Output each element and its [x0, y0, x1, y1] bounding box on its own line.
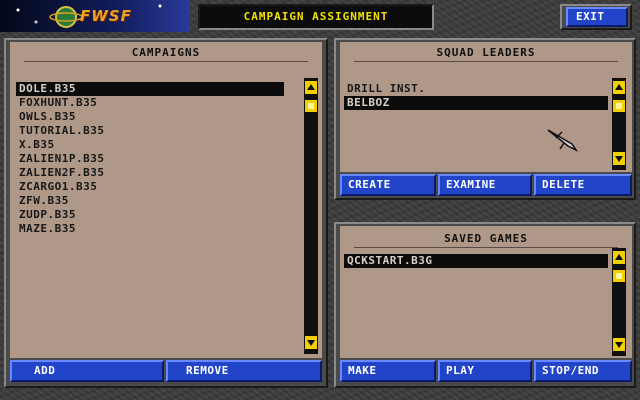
scroll-up-icon[interactable] — [613, 251, 625, 264]
saved-scrollbar[interactable] — [612, 248, 626, 356]
scroll-up-icon[interactable] — [305, 81, 317, 94]
add-button[interactable]: ADD — [10, 360, 164, 382]
exit-button[interactable]: EXIT — [566, 7, 628, 27]
scroll-down-icon[interactable] — [305, 336, 317, 349]
scroll-down-icon[interactable] — [613, 152, 625, 165]
list-item[interactable]: MAZE.B35 — [16, 222, 284, 236]
list-item[interactable]: FOXHUNT.B35 — [16, 96, 284, 110]
list-item[interactable]: ZUDP.B35 — [16, 208, 284, 222]
scroll-down-icon[interactable] — [613, 338, 625, 351]
squad-title: SQUAD LEADERS — [436, 46, 536, 59]
page-title: CAMPAIGN ASSIGNMENT — [243, 10, 389, 23]
list-item[interactable]: ZCARGO1.B35 — [16, 180, 284, 194]
squad-list[interactable]: DRILL INST. BELBOZ — [344, 82, 608, 110]
list-item[interactable]: OWLS.B35 — [16, 110, 284, 124]
logo-banner: FWSF — [0, 0, 190, 32]
saved-divider — [354, 247, 618, 248]
scroll-thumb[interactable] — [613, 270, 625, 282]
list-item[interactable]: DRILL INST. — [344, 82, 608, 96]
campaigns-panel: CAMPAIGNS DOLE.B35 FOXHUNT.B35 OWLS.B35 TUT… — [10, 42, 322, 358]
saved-panel: SAVED GAMES QCKSTART.B3G — [340, 226, 632, 358]
list-item[interactable]: TUTORIAL.B35 — [16, 124, 284, 138]
saved-title: SAVED GAMES — [444, 232, 528, 245]
list-item[interactable]: ZFW.B35 — [16, 194, 284, 208]
saved-list[interactable]: QCKSTART.B3G — [344, 254, 608, 268]
scroll-thumb[interactable] — [613, 100, 625, 112]
list-item[interactable]: X.B35 — [16, 138, 284, 152]
squad-scrollbar[interactable] — [612, 78, 626, 170]
logo-text: FWSF — [80, 7, 132, 25]
scroll-thumb[interactable] — [305, 100, 317, 112]
remove-button[interactable]: REMOVE — [166, 360, 322, 382]
play-button[interactable]: PLAY — [438, 360, 532, 382]
campaigns-list[interactable]: DOLE.B35 FOXHUNT.B35 OWLS.B35 TUTORIAL.B35 X… — [16, 82, 284, 236]
make-button[interactable]: MAKE — [340, 360, 436, 382]
campaigns-scrollbar[interactable] — [304, 78, 318, 354]
title-bar: CAMPAIGN ASSIGNMENT — [198, 4, 434, 30]
scroll-up-icon[interactable] — [613, 81, 625, 94]
list-item[interactable]: ZALIEN2F.B35 — [16, 166, 284, 180]
list-item[interactable]: ZALIEN1P.B35 — [16, 152, 284, 166]
create-button[interactable]: CREATE — [340, 174, 436, 196]
stop-end-button[interactable]: STOP/END — [534, 360, 632, 382]
delete-button[interactable]: DELETE — [534, 174, 632, 196]
campaigns-divider — [24, 61, 308, 62]
squad-divider — [354, 61, 618, 62]
squad-panel: SQUAD LEADERS DRILL INST. BELBOZ — [340, 42, 632, 172]
campaigns-title: CAMPAIGNS — [131, 46, 201, 59]
ship-cursor-icon — [547, 129, 578, 152]
examine-button[interactable]: EXAMINE — [438, 174, 532, 196]
list-item[interactable]: BELBOZ — [344, 96, 608, 110]
list-item[interactable]: QCKSTART.B3G — [344, 254, 608, 268]
list-item[interactable]: DOLE.B35 — [16, 82, 284, 96]
